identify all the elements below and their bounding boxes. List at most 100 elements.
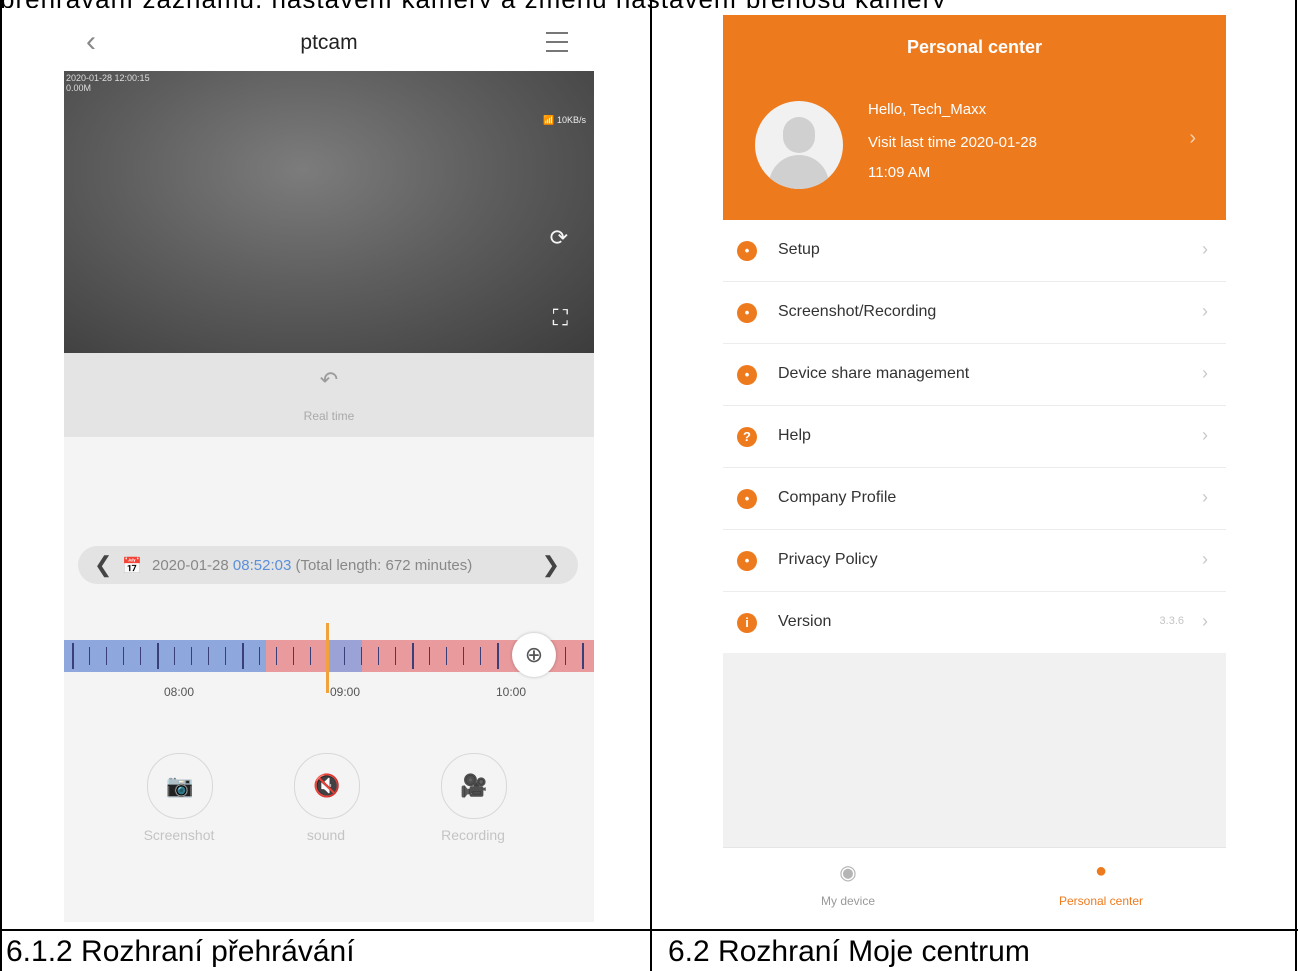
timeline-tick (361, 647, 362, 665)
timeline-tick (72, 643, 74, 669)
menu-item-label: Help (778, 427, 811, 444)
recording-button[interactable]: 🎥 (441, 753, 507, 819)
caption-right: 6.2 Rozhraní Moje centrum (668, 935, 1030, 968)
date-info: 2020-01-28 08:52:03 (Total length: 672 m… (152, 557, 472, 574)
playback-date: 2020-01-28 (152, 557, 229, 574)
timeline-label: 10:00 (496, 685, 527, 699)
profile-header[interactable]: Personal center Hello, Tech_Maxx Visit l… (723, 15, 1226, 220)
last-visit-time: 11:09 AM (868, 164, 931, 181)
table-border-row (0, 929, 1298, 931)
privacy-icon: • (737, 551, 757, 571)
menu-item-screenshot-recording[interactable]: • Screenshot/Recording › (723, 282, 1226, 344)
real-time-button[interactable]: ↶ Real time (64, 353, 594, 437)
personal-center-screen: Personal center Hello, Tech_Maxx Visit l… (723, 15, 1226, 922)
real-time-label: Real time (303, 409, 355, 423)
fullscreen-icon[interactable]: ⛶ (553, 305, 568, 331)
timeline-tick (446, 647, 447, 665)
timeline-tick (412, 643, 414, 669)
playback-screen: ‹ ptcam 2020-01-28 12:00:15 0.00M 📶 10KB… (64, 15, 594, 922)
greeting: Hello, Tech_Maxx (868, 101, 987, 118)
chevron-right-icon: › (1202, 239, 1208, 259)
chevron-right-icon: › (1202, 487, 1208, 507)
app-title: ptcam (300, 31, 358, 54)
calendar-icon[interactable]: 📅 (122, 556, 142, 576)
cropped-top-text: přehrávání záznamu, nastavení kamery a z… (0, 0, 1298, 8)
last-visit: Visit last time 2020-01-28 (868, 134, 1037, 151)
table-border-middle (650, 0, 652, 971)
sound-button[interactable]: 🔇 (294, 753, 360, 819)
timeline-tick (174, 647, 175, 665)
timeline-tick (259, 647, 260, 665)
timeline-tick (293, 647, 294, 665)
timeline-tick (123, 647, 124, 665)
menu-icon[interactable] (546, 32, 568, 59)
table-border-left (0, 0, 2, 971)
video-view[interactable]: 2020-01-28 12:00:15 0.00M 📶 10KB/s ⟳ ⛶ (64, 71, 594, 353)
rotate-icon[interactable]: ⟳ (550, 225, 568, 251)
camera-icon: • (737, 303, 757, 323)
timeline-tick (582, 643, 584, 669)
timeline-tick (225, 647, 226, 665)
prev-day-icon[interactable]: ❮ (94, 552, 112, 578)
gear-icon: • (737, 241, 757, 261)
video-record-icon: 🎥 (460, 773, 488, 798)
wifi-icon: 📶 (543, 115, 555, 125)
app-header: ‹ ptcam (64, 15, 594, 71)
chevron-right-icon: › (1202, 425, 1208, 445)
tab-label: My device (820, 894, 876, 908)
chevron-right-icon: › (1189, 127, 1196, 149)
timeline-tick (497, 643, 499, 669)
timeline-tick (480, 647, 481, 665)
timeline-tick (208, 647, 209, 665)
total-length: (Total length: 672 minutes) (295, 557, 473, 574)
timeline-segment-blue (328, 640, 362, 672)
osd-info: 0.00M (66, 83, 92, 93)
bottom-tab-bar: ◉ My device ● Personal center (723, 847, 1226, 922)
bitrate-indicator: 📶 10KB/s (543, 115, 586, 126)
timeline-tick (276, 647, 277, 665)
menu-item-help[interactable]: ? Help › (723, 406, 1226, 468)
caption-left: 6.1.2 Rozhraní přehrávání (6, 935, 355, 968)
tab-personal-center[interactable]: ● Personal center (976, 848, 1226, 922)
menu-item-privacy-policy[interactable]: • Privacy Policy › (723, 530, 1226, 592)
zoom-out-icon[interactable]: ⊕ (512, 633, 556, 677)
chevron-right-icon: › (1202, 301, 1208, 321)
chevron-right-icon: › (1202, 611, 1208, 631)
chevron-right-icon: › (1202, 549, 1208, 569)
menu-item-label: Setup (778, 241, 820, 258)
timeline-tick (344, 647, 345, 665)
top-text: přehrávání záznamu, nastavení kamery a z… (0, 0, 946, 8)
timeline-tick (463, 647, 464, 665)
timeline-tick (242, 643, 244, 669)
return-icon: ↶ (319, 367, 339, 392)
menu-item-label: Company Profile (778, 489, 897, 506)
menu-item-company-profile[interactable]: • Company Profile › (723, 468, 1226, 530)
timeline-tick (378, 647, 379, 665)
menu-item-device-share[interactable]: • Device share management › (723, 344, 1226, 406)
version-value: 3.3.6 (1159, 615, 1184, 627)
tab-label: Personal center (1058, 894, 1144, 908)
timeline-segment-blue (64, 640, 266, 672)
menu-item-setup[interactable]: • Setup › (723, 220, 1226, 282)
timeline-tick (89, 647, 90, 665)
screenshot-button[interactable]: 📷 (147, 753, 213, 819)
menu-item-label: Device share management (778, 365, 970, 382)
timeline-tick (310, 647, 311, 665)
timeline-tick (157, 643, 159, 669)
timeline-tick (565, 647, 566, 665)
timeline-tick (191, 647, 192, 665)
chevron-right-icon: › (1202, 363, 1208, 383)
menu-item-label: Version (778, 613, 832, 630)
timeline-cursor[interactable] (326, 623, 329, 693)
avatar[interactable] (755, 101, 843, 189)
menu-item-version[interactable]: i Version 3.3.6 › (723, 592, 1226, 653)
tab-my-device[interactable]: ◉ My device (723, 848, 973, 922)
menu-item-label: Screenshot/Recording (778, 303, 937, 320)
page-title: Personal center (906, 37, 1043, 57)
next-day-icon[interactable]: ❯ (542, 552, 560, 578)
screenshot-label: Screenshot (143, 827, 215, 843)
date-selector: ❮ 📅 2020-01-28 08:52:03 (Total length: 6… (78, 546, 578, 584)
video-osd: 2020-01-28 12:00:15 0.00M (66, 73, 150, 93)
settings-menu: • Setup › • Screenshot/Recording › • Dev… (723, 220, 1226, 653)
camera-icon: 📷 (166, 773, 194, 798)
